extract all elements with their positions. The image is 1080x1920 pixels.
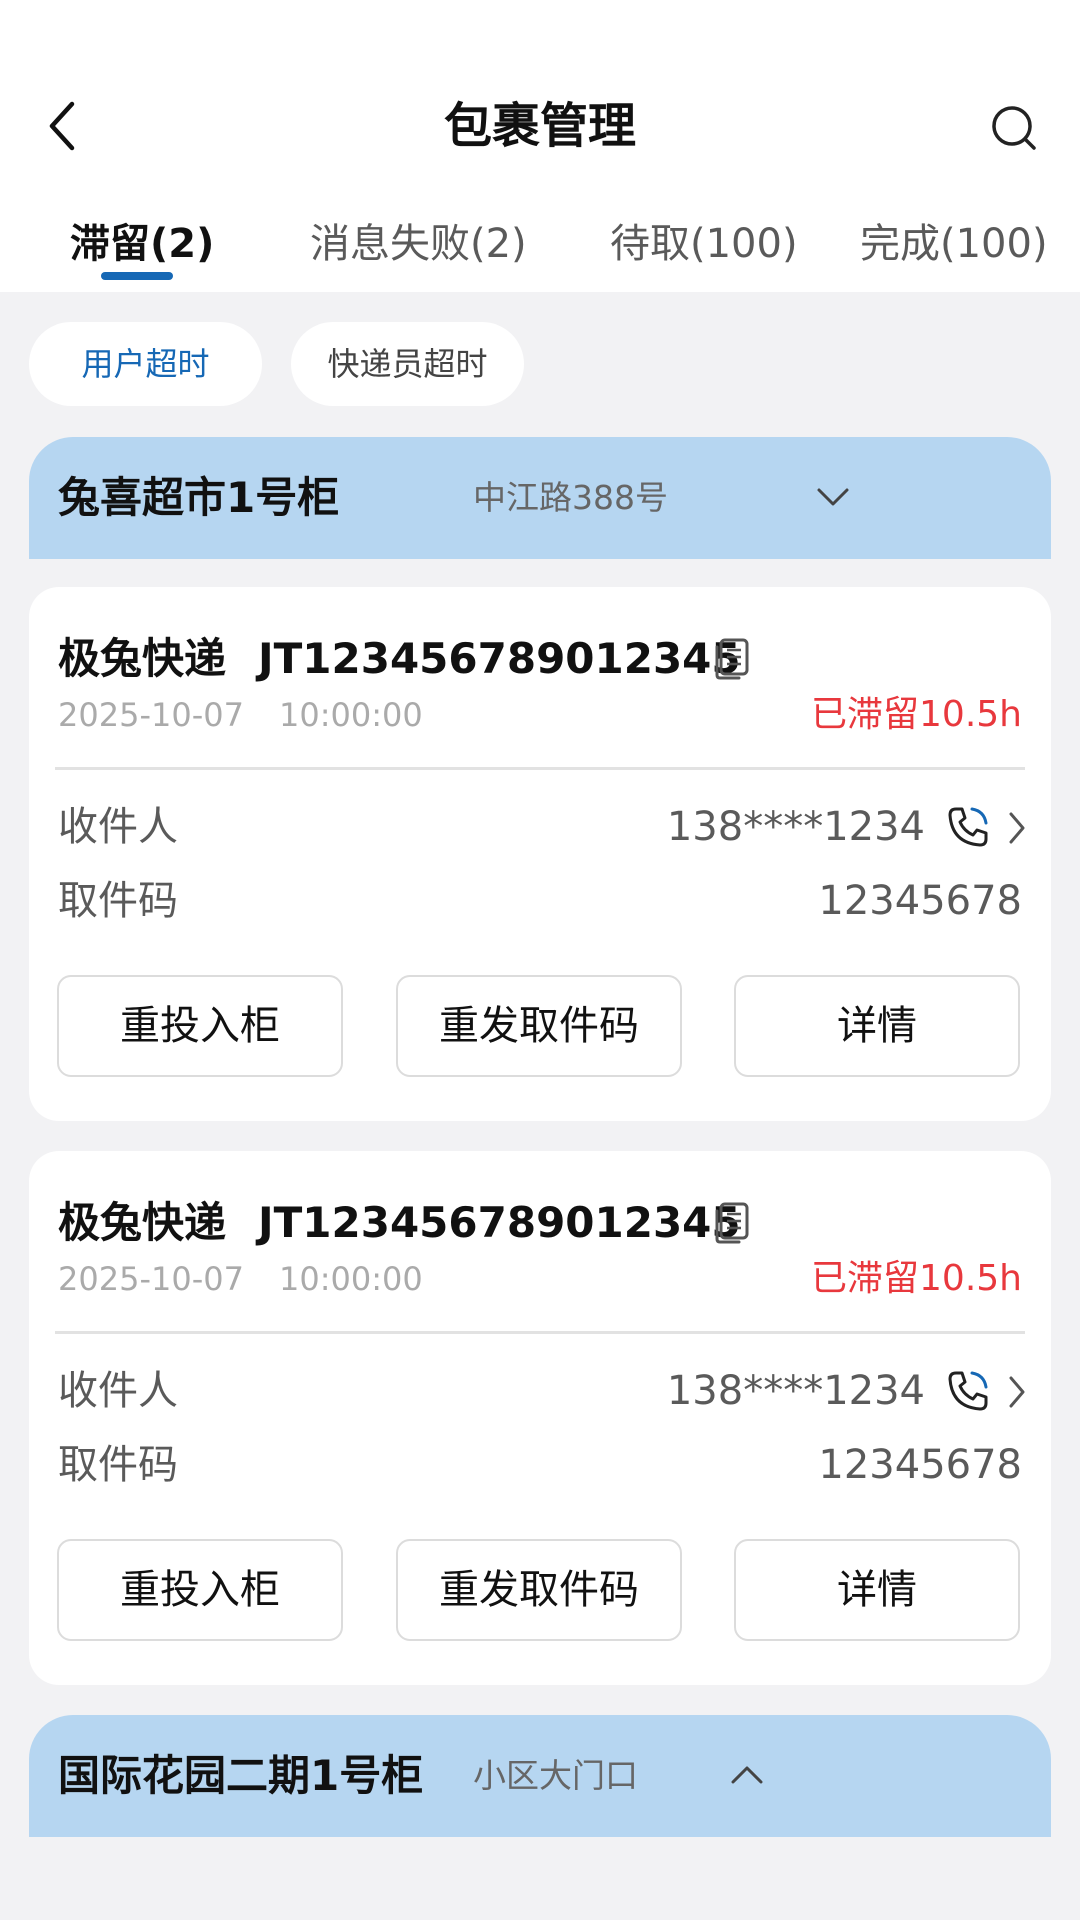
phone-icon[interactable] bbox=[944, 1367, 992, 1415]
copy-icon[interactable] bbox=[705, 633, 757, 685]
locker-address: 小区大门口 bbox=[473, 1756, 638, 1795]
phone-icon[interactable] bbox=[944, 803, 992, 851]
locker-group-header[interactable]: 国际花园二期1号柜 小区大门口 bbox=[29, 1715, 1051, 1837]
copy-icon[interactable] bbox=[705, 1197, 757, 1249]
pickup-code-label: 取件码 bbox=[58, 1442, 178, 1488]
recipient-label: 收件人 bbox=[58, 804, 178, 850]
tab-completed[interactable]: 完成(100) bbox=[860, 216, 1048, 272]
pickup-code: 12345678 bbox=[818, 1442, 1022, 1488]
search-button[interactable] bbox=[988, 102, 1040, 154]
resend-code-button[interactable]: 重发取件码 bbox=[396, 975, 682, 1077]
locker-address: 中江路388号 bbox=[473, 478, 668, 517]
pickup-code: 12345678 bbox=[818, 878, 1022, 924]
tab-stranded[interactable]: 滞留(2) bbox=[70, 216, 214, 272]
stranded-duration: 已滞留10.5h bbox=[811, 694, 1022, 735]
courier-company: 极兔快递 bbox=[58, 634, 227, 683]
search-icon bbox=[992, 106, 1036, 150]
divider bbox=[55, 1331, 1025, 1334]
courier-company: 极兔快递 bbox=[58, 1198, 227, 1247]
package-date: 2025-10-07 bbox=[58, 1260, 244, 1298]
details-button[interactable]: 详情 bbox=[734, 975, 1020, 1077]
tab-pending-pickup[interactable]: 待取(100) bbox=[610, 216, 798, 272]
stranded-duration: 已滞留10.5h bbox=[811, 1258, 1022, 1299]
locker-group-header[interactable]: 兔喜超市1号柜 中江路388号 bbox=[29, 437, 1051, 559]
divider bbox=[55, 767, 1025, 770]
locker-name: 国际花园二期1号柜 bbox=[58, 1751, 424, 1800]
tab-message-failed[interactable]: 消息失败(2) bbox=[310, 216, 527, 272]
top-bar: 包裹管理 滞留(2) 消息失败(2) 待取(100) 完成(100) bbox=[0, 0, 1080, 292]
pickup-code-label: 取件码 bbox=[58, 878, 178, 924]
package-date: 2025-10-07 bbox=[58, 696, 244, 734]
recipient-phone: 138****1234 bbox=[666, 1368, 925, 1414]
tracking-number: JT123456789012345 bbox=[258, 1198, 741, 1247]
chevron-down-icon[interactable] bbox=[813, 477, 853, 517]
package-time: 10:00:00 bbox=[279, 1260, 423, 1298]
chevron-up-icon[interactable] bbox=[727, 1755, 767, 1795]
resend-code-button[interactable]: 重发取件码 bbox=[396, 1539, 682, 1641]
redeliver-button[interactable]: 重投入柜 bbox=[57, 1539, 343, 1641]
active-tab-indicator bbox=[101, 272, 173, 280]
chevron-right-icon[interactable] bbox=[999, 805, 1035, 851]
locker-name: 兔喜超市1号柜 bbox=[58, 473, 340, 522]
filter-user-timeout[interactable]: 用户超时 bbox=[29, 322, 262, 406]
recipient-phone: 138****1234 bbox=[666, 804, 925, 850]
chevron-right-icon[interactable] bbox=[999, 1369, 1035, 1415]
filter-courier-timeout[interactable]: 快递员超时 bbox=[291, 322, 524, 406]
recipient-label: 收件人 bbox=[58, 1368, 178, 1414]
package-card: 极兔快递 JT123456789012345 2025-10-07 10:00:… bbox=[29, 587, 1051, 1121]
package-time: 10:00:00 bbox=[279, 696, 423, 734]
tracking-number: JT123456789012345 bbox=[258, 634, 741, 683]
package-card: 极兔快递 JT123456789012345 2025-10-07 10:00:… bbox=[29, 1151, 1051, 1685]
page-title: 包裹管理 bbox=[443, 98, 636, 154]
details-button[interactable]: 详情 bbox=[734, 1539, 1020, 1641]
redeliver-button[interactable]: 重投入柜 bbox=[57, 975, 343, 1077]
